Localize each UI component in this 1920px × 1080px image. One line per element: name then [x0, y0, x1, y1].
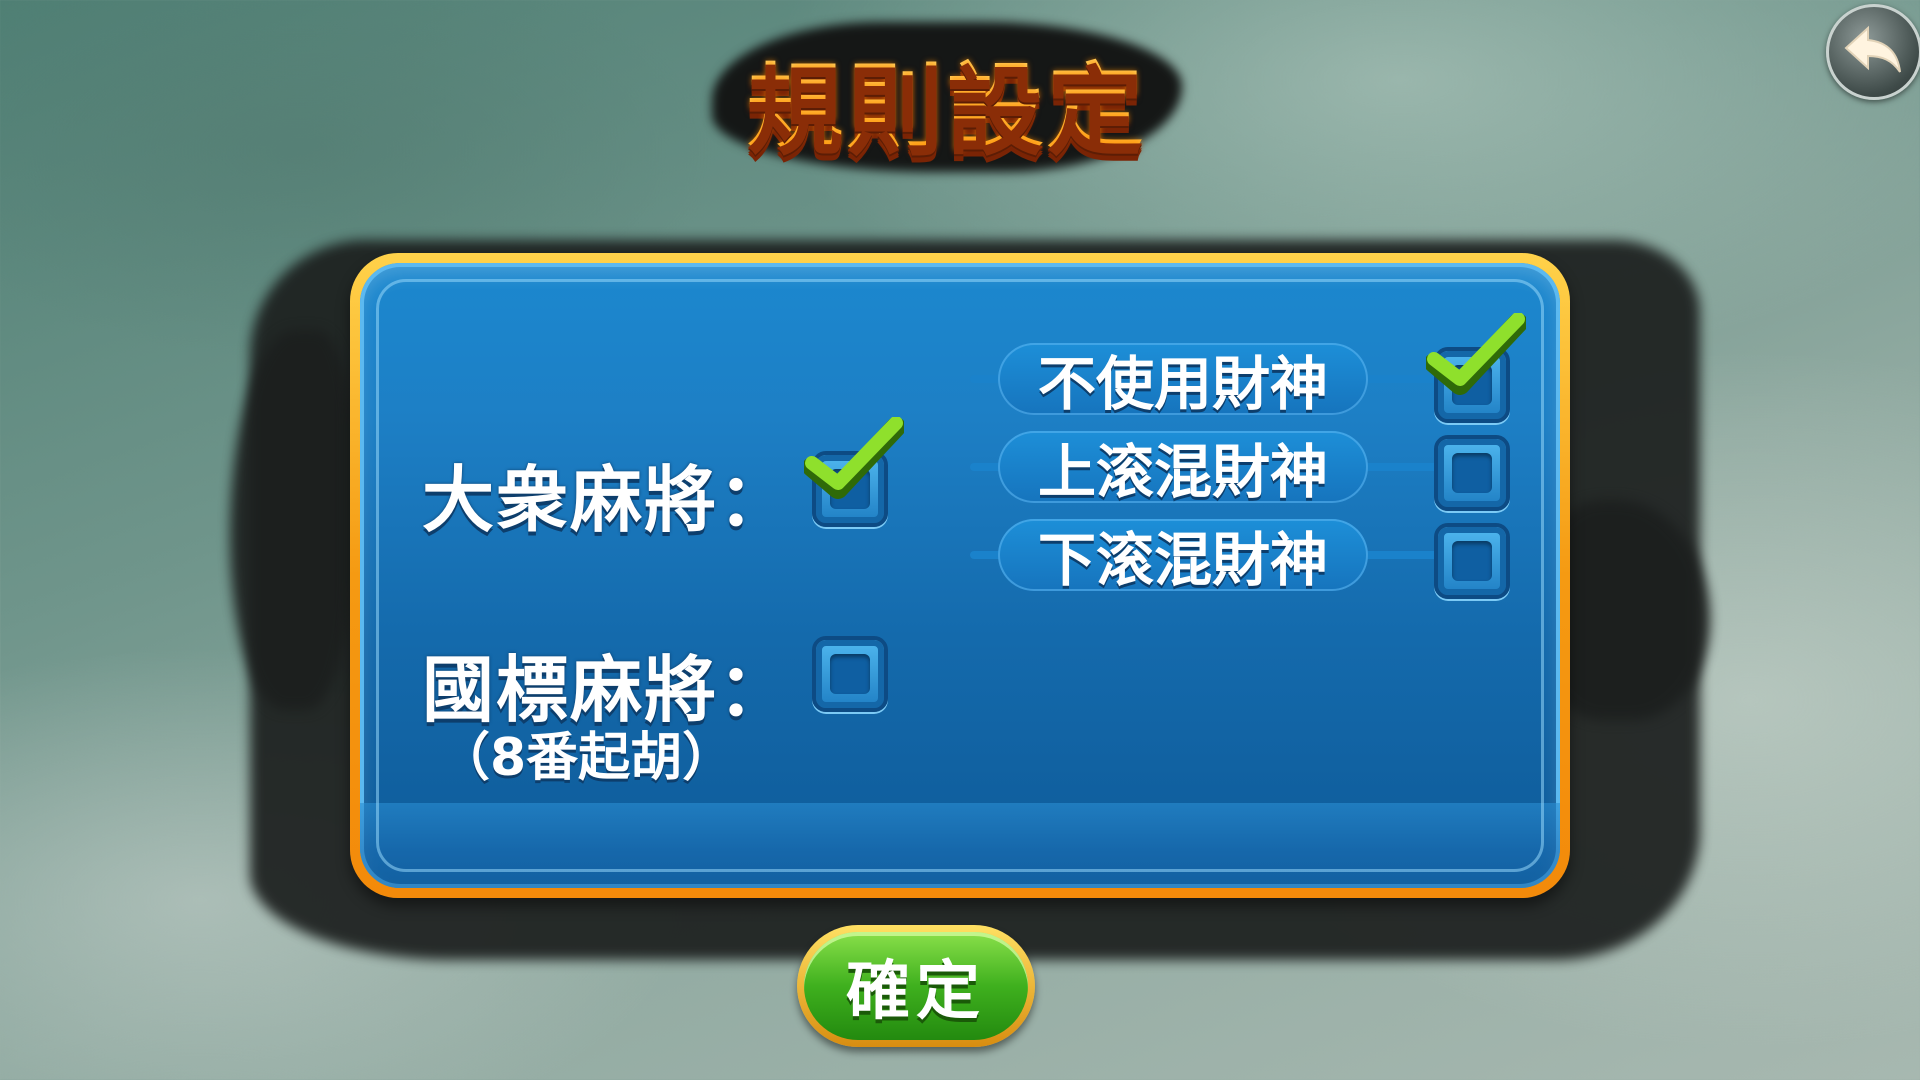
back-arrow-icon	[1844, 25, 1901, 73]
rules-panel: 大衆麻將： 國標麻將： （8番起胡） 不使用財神 上滚混財神 下滚混財神	[350, 253, 1570, 898]
guobiao-mahjong-checkbox[interactable]	[812, 636, 888, 712]
checkbox-well	[1452, 365, 1492, 405]
page-title: 規則設定	[712, 30, 1182, 170]
confirm-button[interactable]: 確定	[797, 925, 1035, 1047]
option-roll-down-wild[interactable]: 下滚混財神	[998, 519, 1368, 594]
rules-panel-inner: 大衆麻將： 國標麻將： （8番起胡） 不使用財神 上滚混財神 下滚混財神	[360, 263, 1560, 888]
confirm-button-label: 確定	[846, 955, 986, 1029]
option-roll-down-wild-checkbox[interactable]	[1434, 523, 1510, 599]
back-button[interactable]	[1826, 4, 1920, 100]
option-no-wild-checkbox[interactable]	[1426, 313, 1526, 423]
guobiao-mahjong-sublabel: （8番起胡）	[438, 728, 735, 788]
checkbox-well	[830, 654, 870, 694]
checkbox-well	[1452, 453, 1492, 493]
ink-brush-stroke-left	[230, 330, 350, 710]
option-roll-down-wild-label: 下滚混財神	[1037, 526, 1328, 594]
dazhong-mahjong-checkbox[interactable]	[804, 417, 904, 527]
option-no-wild[interactable]: 不使用財神	[998, 343, 1368, 418]
checkbox-well	[830, 469, 870, 509]
option-no-wild-label: 不使用財神	[1037, 350, 1328, 418]
dazhong-mahjong-label: 大衆麻將：	[422, 458, 793, 542]
option-roll-up-wild[interactable]: 上滚混財神	[998, 431, 1368, 506]
checkbox-well	[1452, 541, 1492, 581]
option-roll-up-wild-label: 上滚混財神	[1037, 438, 1328, 506]
option-roll-up-wild-checkbox[interactable]	[1434, 435, 1510, 511]
confirm-button-face: 確定	[804, 932, 1028, 1040]
